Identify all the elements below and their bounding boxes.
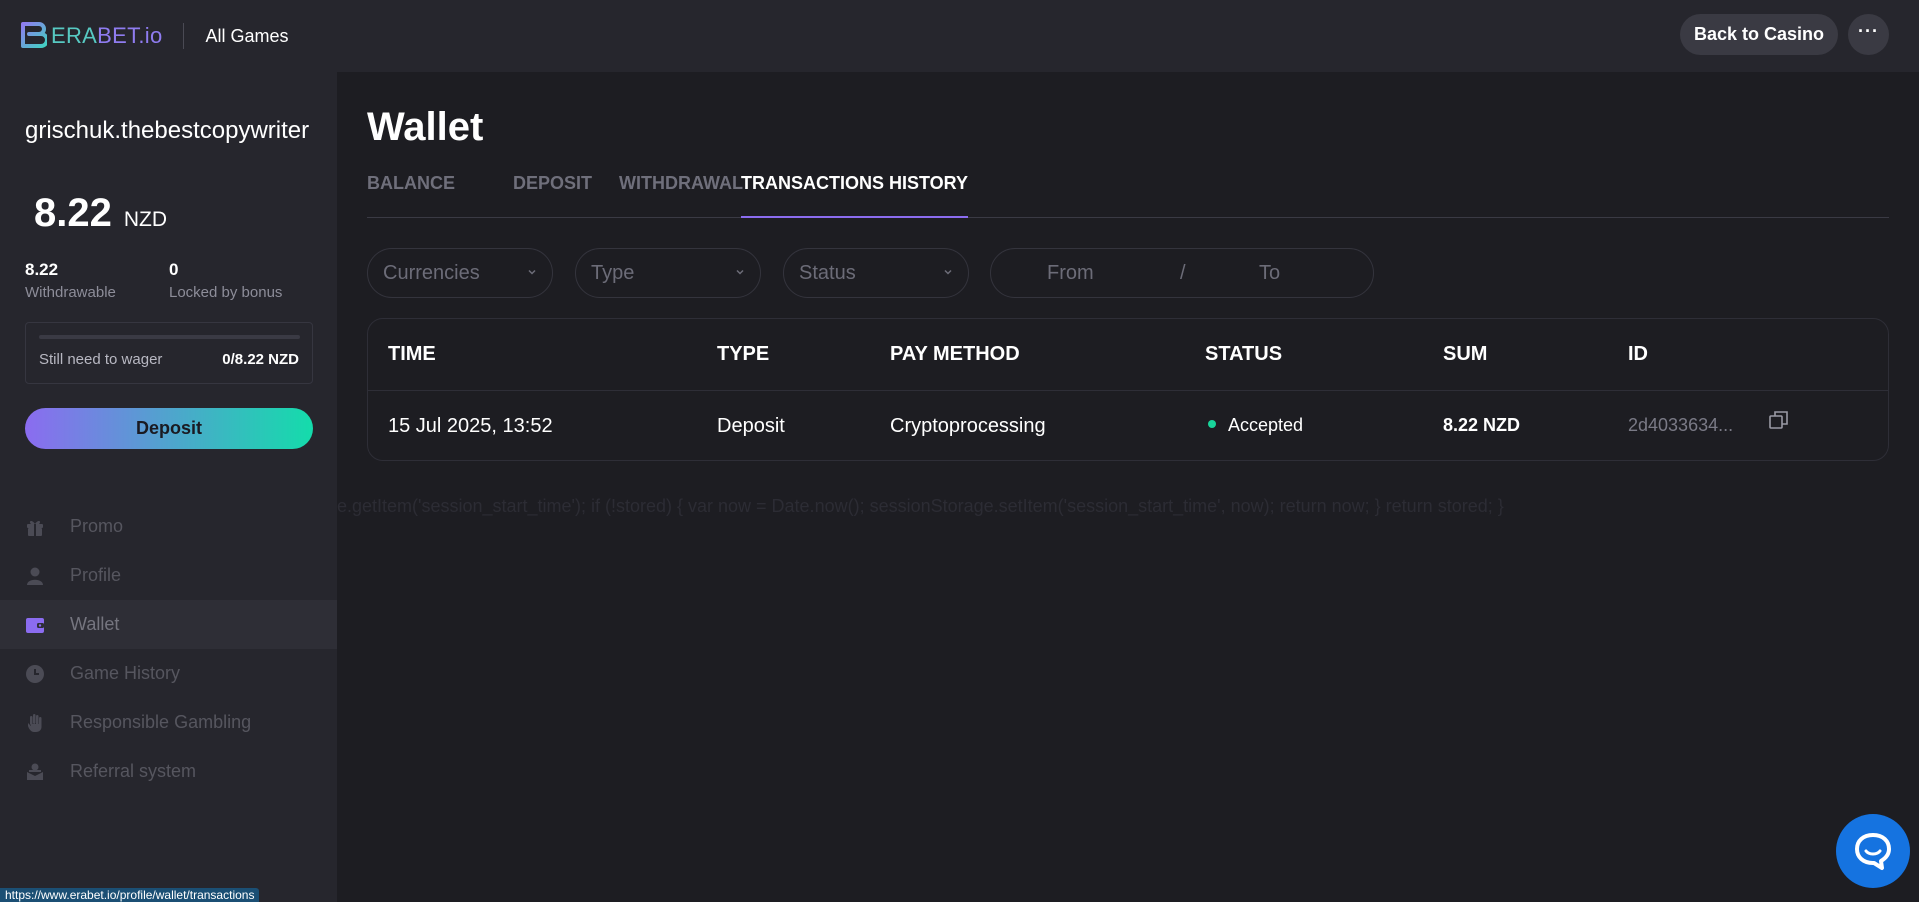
browser-status-url: https://www.erabet.io/profile/wallet/tra… [0, 888, 260, 902]
erabet-logo[interactable]: ERABET.io [19, 21, 163, 51]
cell-time: 15 Jul 2025, 13:52 [388, 415, 553, 437]
locked-bonus-value: 0 [169, 260, 179, 279]
cell-pay-method: Cryptoprocessing [890, 415, 1046, 437]
date-from-field[interactable]: From [1047, 262, 1094, 285]
sidebar-item-label: Game History [70, 663, 181, 683]
date-to-field[interactable]: To [1259, 262, 1280, 285]
chat-bubble-icon [1855, 833, 1891, 870]
chevron-down-icon [528, 269, 536, 275]
withdrawable-value: 8.22 [25, 260, 59, 279]
status-filter-label: Status [799, 262, 856, 284]
withdrawable-stat: 8.22 Withdrawable [25, 260, 116, 301]
sidebar-item-promo[interactable]: Promo [0, 502, 337, 551]
logo-text: ERABET.io [51, 23, 163, 49]
tab-transactions-history[interactable]: TRANSACTIONS HISTORY [741, 172, 969, 218]
cell-sum: 8.22 NZD [1443, 415, 1521, 435]
top-header: ERABET.io All Games Back to Casino ··· [0, 0, 1919, 72]
cell-status: Accepted [1208, 415, 1303, 436]
page-title: Wallet [367, 105, 484, 149]
sidebar: grischuk.thebestcopywriter 8.22 NZD 8.22… [0, 72, 337, 902]
transactions-table: TIME TYPE PAY METHOD STATUS SUM ID 15 Ju… [367, 318, 1889, 461]
status-accepted-dot-icon [1208, 420, 1216, 429]
referral-icon [25, 762, 45, 782]
sidebar-item-label: Wallet [70, 614, 120, 634]
type-filter-label: Type [591, 262, 635, 284]
sidebar-item-referral[interactable]: Referral system [0, 747, 337, 796]
logo-text-era: ERA [51, 23, 98, 48]
sidebar-item-label: Promo [70, 516, 124, 536]
logo-mark-icon [19, 21, 47, 51]
leaked-script-text: e.getItem('session_start_time'); if (!st… [337, 496, 1504, 516]
wager-box: Still need to wager 0/8.22 NZD [25, 322, 313, 384]
column-header-pay-method: PAY METHOD [890, 343, 1020, 365]
locked-bonus-label: Locked by bonus [169, 284, 283, 301]
sidebar-item-profile[interactable]: Profile [0, 551, 337, 600]
copy-icon[interactable] [1768, 409, 1790, 431]
gift-icon [25, 517, 45, 537]
hand-icon [25, 713, 45, 733]
user-icon [25, 566, 45, 586]
sidebar-item-game-history[interactable]: Game History [0, 649, 337, 698]
chevron-down-icon [944, 269, 952, 275]
balance-display: 8.22 NZD [34, 191, 167, 236]
wager-label: Still need to wager [39, 351, 163, 368]
column-header-sum: SUM [1443, 343, 1488, 365]
tab-deposit[interactable]: DEPOSIT [513, 172, 592, 218]
sidebar-item-label: Responsible Gambling [70, 712, 252, 732]
sidebar-item-wallet[interactable]: Wallet [0, 600, 337, 649]
currencies-filter-label: Currencies [383, 262, 480, 284]
status-text: Accepted [1228, 415, 1304, 435]
table-row: 15 Jul 2025, 13:52 Deposit Cryptoprocess… [368, 391, 1888, 460]
back-to-casino-button[interactable]: Back to Casino [1680, 14, 1838, 55]
username: grischuk.thebestcopywriter [25, 117, 310, 144]
wager-progress-bar [39, 335, 300, 339]
sidebar-item-label: Profile [70, 565, 122, 585]
locked-bonus-stat: 0 Locked by bonus [169, 260, 282, 301]
currencies-filter[interactable]: Currencies [367, 248, 553, 298]
sidebar-menu: Promo Profile Wallet Game History Respon… [0, 502, 337, 796]
header-divider [182, 23, 184, 49]
tab-balance[interactable]: BALANCE [367, 172, 455, 218]
all-games-link[interactable]: All Games [206, 26, 289, 47]
more-dots-icon: ··· [1858, 20, 1879, 41]
column-header-time: TIME [388, 343, 436, 365]
tab-withdrawal[interactable]: WITHDRAWAL [619, 172, 743, 218]
column-header-id: ID [1628, 343, 1648, 365]
wager-value: 0/8.22 NZD [222, 351, 299, 368]
balance-currency: NZD [123, 208, 168, 231]
live-chat-button[interactable] [1836, 814, 1910, 888]
sidebar-deposit-button[interactable]: Deposit [25, 408, 313, 449]
status-filter[interactable]: Status [783, 248, 969, 298]
date-range-filter[interactable]: From / To [990, 248, 1374, 298]
column-header-status: STATUS [1205, 343, 1283, 365]
withdrawable-label: Withdrawable [25, 284, 116, 301]
logo-text-bet: BET.io [97, 23, 163, 48]
clock-icon [25, 664, 45, 684]
column-header-type: TYPE [717, 343, 770, 365]
date-separator: / [1180, 262, 1186, 284]
type-filter[interactable]: Type [575, 248, 761, 298]
wallet-icon [25, 615, 45, 635]
cell-id: 2d4033634... [1628, 415, 1734, 435]
wallet-tabs: BALANCE DEPOSIT WITHDRAWAL TRANSACTIONS … [367, 172, 1889, 218]
more-options-button[interactable]: ··· [1848, 14, 1889, 55]
cell-type: Deposit [717, 415, 785, 437]
sidebar-item-label: Referral system [70, 761, 197, 781]
balance-amount: 8.22 [34, 191, 112, 235]
sidebar-item-responsible-gambling[interactable]: Responsible Gambling [0, 698, 337, 747]
main-content: Wallet BALANCE DEPOSIT WITHDRAWAL TRANSA… [337, 72, 1919, 902]
chevron-down-icon [736, 269, 744, 275]
table-header: TIME TYPE PAY METHOD STATUS SUM ID [368, 319, 1888, 391]
